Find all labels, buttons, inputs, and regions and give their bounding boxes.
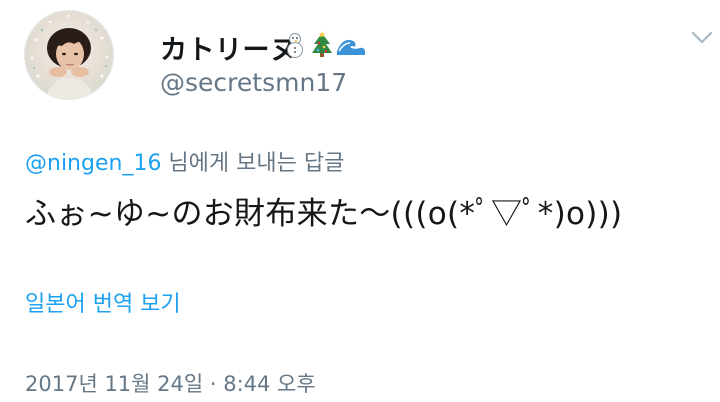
avatar[interactable] <box>24 10 114 100</box>
reply-mention-link[interactable]: @ningen_16 <box>25 151 161 176</box>
tweet-text: ふぉ~ゆ~のお財布来た〜(((o(*ﾟ▽ﾟ*)o))) <box>25 196 623 232</box>
chevron-down-icon[interactable] <box>690 28 714 48</box>
tweet-detail: カトリーヌ @secretsmn17 @ningen_16 님에게 보내는 답글… <box>0 0 720 402</box>
timestamp[interactable]: 2017년 11월 24일 · 8:44 오후 <box>25 368 316 398</box>
reply-context: @ningen_16 님에게 보내는 답글 <box>25 145 344 177</box>
wave-icon <box>337 39 365 55</box>
snowman-icon <box>287 33 303 58</box>
display-name[interactable]: カトリーヌ <box>160 28 298 67</box>
translate-link[interactable]: 일본어 번역 보기 <box>25 286 181 318</box>
avatar-photo <box>30 14 109 100</box>
user-handle[interactable]: @secretsmn17 <box>160 68 347 97</box>
reply-context-text: 님에게 보내는 답글 <box>161 151 345 176</box>
christmas-tree-icon <box>312 31 332 57</box>
name-emojis <box>282 30 366 60</box>
